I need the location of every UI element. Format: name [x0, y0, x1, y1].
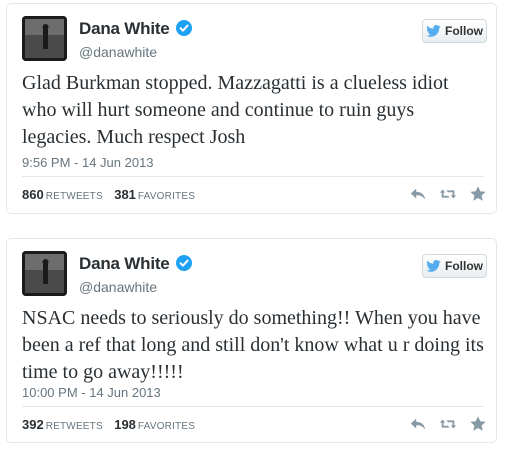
retweet-count-value: 392: [22, 417, 44, 432]
follow-button[interactable]: Follow: [422, 254, 487, 278]
tweet-timestamp[interactable]: 10:00 PM - 14 Jun 2013: [22, 385, 161, 400]
username-handle[interactable]: @danawhite: [79, 279, 157, 295]
display-name-text[interactable]: Dana White: [79, 254, 170, 273]
reply-button[interactable]: [408, 414, 428, 434]
favorite-count-value: 381: [114, 187, 136, 202]
retweet-button[interactable]: [438, 184, 458, 204]
retweet-icon: [439, 419, 457, 429]
display-name-text[interactable]: Dana White: [79, 19, 170, 38]
avatar[interactable]: [22, 251, 67, 296]
favorite-star-icon: [470, 186, 486, 201]
favorite-count[interactable]: 198 FAVORITES: [114, 417, 196, 432]
retweet-count[interactable]: 392 RETWEETS: [22, 417, 103, 432]
follow-label: Follow: [445, 24, 483, 38]
avatar[interactable]: [22, 16, 67, 61]
retweet-button[interactable]: [438, 414, 458, 434]
tweet-actions: [408, 414, 488, 434]
favorite-button[interactable]: [468, 414, 488, 434]
reply-button[interactable]: [408, 184, 428, 204]
tweet-actions: [408, 184, 488, 204]
twitter-bird-icon: [426, 25, 441, 37]
tweet-stats: 860 RETWEETS 381 FAVORITES: [22, 187, 195, 202]
favorite-count-value: 198: [114, 417, 136, 432]
reply-icon: [410, 188, 426, 200]
tweet-stats: 392 RETWEETS 198 FAVORITES: [22, 417, 195, 432]
verified-badge-icon: [175, 20, 192, 36]
tweet-text: Glad Burkman stopped. Mazzagatti is a cl…: [22, 72, 449, 148]
tweet-card: Dana White @danawhite Follow Glad Burkma…: [6, 3, 497, 214]
favorite-star-icon: [470, 416, 486, 431]
follow-label: Follow: [445, 259, 483, 273]
follow-button[interactable]: Follow: [422, 19, 487, 43]
tweet-timestamp[interactable]: 9:56 PM - 14 Jun 2013: [22, 155, 154, 170]
verified-badge-icon: [175, 255, 192, 271]
divider: [22, 406, 484, 407]
retweet-count[interactable]: 860 RETWEETS: [22, 187, 103, 202]
retweet-count-label: RETWEETS: [45, 421, 103, 432]
favorite-count-label: FAVORITES: [137, 191, 196, 202]
twitter-bird-icon: [426, 260, 441, 272]
display-name[interactable]: Dana White: [79, 19, 192, 39]
favorite-button[interactable]: [468, 184, 488, 204]
tweet-card: Dana White @danawhite Follow NSAC needs …: [6, 238, 497, 443]
divider: [22, 176, 484, 177]
favorite-count[interactable]: 381 FAVORITES: [114, 187, 196, 202]
retweet-icon: [439, 189, 457, 199]
display-name[interactable]: Dana White: [79, 254, 192, 274]
retweet-count-value: 860: [22, 187, 44, 202]
reply-icon: [410, 418, 426, 430]
favorite-count-label: FAVORITES: [137, 421, 196, 432]
username-handle[interactable]: @danawhite: [79, 44, 157, 60]
retweet-count-label: RETWEETS: [45, 191, 103, 202]
tweet-text: NSAC needs to seriously do something!! W…: [22, 307, 484, 383]
